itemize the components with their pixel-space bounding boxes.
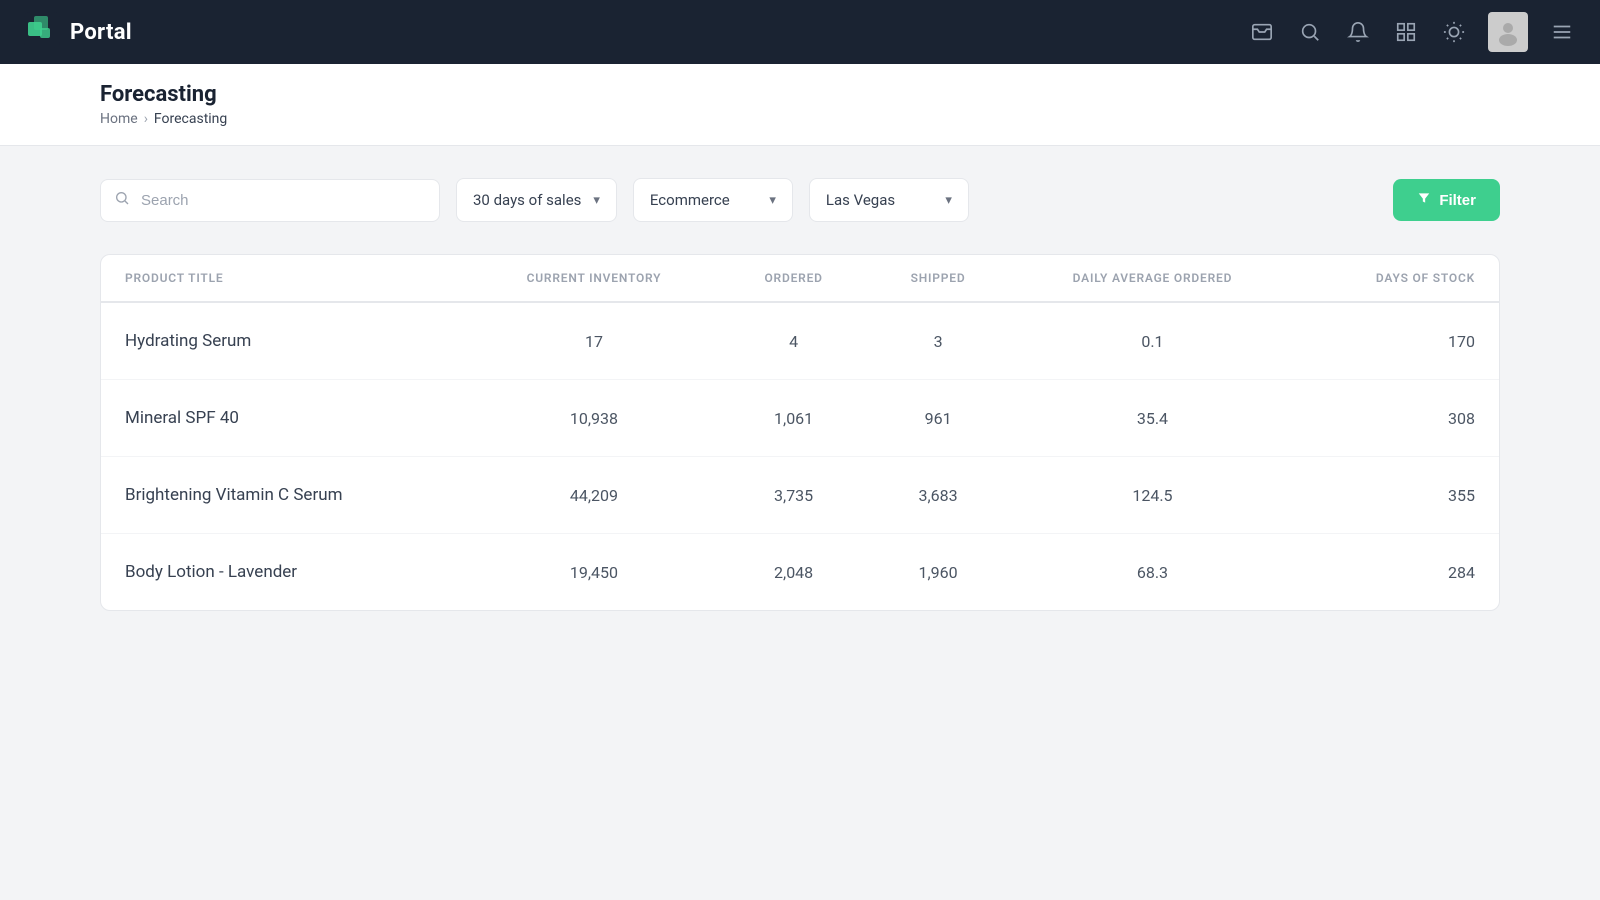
ecommerce-dropdown[interactable]: Ecommerce ▾ — [633, 178, 793, 222]
col-shipped: SHIPPED — [867, 255, 1009, 302]
table-header-row: PRODUCT TITLE CURRENT INVENTORY ORDERED … — [101, 255, 1499, 302]
cell-product-title: Brightening Vitamin C Serum — [101, 457, 468, 534]
inbox-icon[interactable] — [1248, 18, 1276, 46]
filter-button-label: Filter — [1439, 192, 1476, 209]
cell-ordered: 2,048 — [720, 534, 867, 611]
table-row: Body Lotion - Lavender 19,450 2,048 1,96… — [101, 534, 1499, 611]
cell-days-of-stock: 308 — [1296, 380, 1499, 457]
table-row: Brightening Vitamin C Serum 44,209 3,735… — [101, 457, 1499, 534]
grid-icon[interactable] — [1392, 18, 1420, 46]
cell-ordered: 3,735 — [720, 457, 867, 534]
app-name: Portal — [70, 20, 132, 45]
cell-product-title: Body Lotion - Lavender — [101, 534, 468, 611]
top-navigation: Portal — [0, 0, 1600, 64]
logo-icon — [24, 12, 60, 52]
col-product-title: PRODUCT TITLE — [101, 255, 468, 302]
location-dropdown[interactable]: Las Vegas ▾ — [809, 178, 969, 222]
cell-shipped: 961 — [867, 380, 1009, 457]
col-daily-average-ordered: DAILY AVERAGE ORDERED — [1009, 255, 1296, 302]
cell-product-title: Mineral SPF 40 — [101, 380, 468, 457]
logo-area: Portal — [24, 12, 132, 52]
main-content: 30 days of sales ▾ Ecommerce ▾ Las Vegas… — [0, 146, 1600, 643]
breadcrumb-current: Forecasting — [154, 111, 227, 127]
cell-current-inventory: 10,938 — [468, 380, 720, 457]
cell-shipped: 3,683 — [867, 457, 1009, 534]
cell-daily-average-ordered: 35.4 — [1009, 380, 1296, 457]
col-ordered: ORDERED — [720, 255, 867, 302]
col-current-inventory: CURRENT INVENTORY — [468, 255, 720, 302]
menu-icon[interactable] — [1548, 18, 1576, 46]
col-days-of-stock: DAYS OF STOCK — [1296, 255, 1499, 302]
location-label: Las Vegas — [826, 191, 895, 209]
cell-current-inventory: 44,209 — [468, 457, 720, 534]
cell-shipped: 1,960 — [867, 534, 1009, 611]
days-of-sales-dropdown[interactable]: 30 days of sales ▾ — [456, 178, 617, 222]
sun-icon[interactable] — [1440, 18, 1468, 46]
days-of-sales-label: 30 days of sales — [473, 191, 581, 209]
breadcrumb-bar: Forecasting Home › Forecasting — [0, 64, 1600, 146]
page-title: Forecasting — [100, 82, 1500, 107]
data-table-container: PRODUCT TITLE CURRENT INVENTORY ORDERED … — [100, 254, 1500, 611]
chevron-down-icon: ▾ — [769, 193, 776, 208]
table-row: Hydrating Serum 17 4 3 0.1 170 — [101, 302, 1499, 380]
chevron-down-icon: ▾ — [945, 193, 952, 208]
cell-current-inventory: 17 — [468, 302, 720, 380]
breadcrumb: Home › Forecasting — [100, 111, 1500, 127]
cell-days-of-stock: 170 — [1296, 302, 1499, 380]
cell-current-inventory: 19,450 — [468, 534, 720, 611]
search-icon[interactable] — [1296, 18, 1324, 46]
table-row: Mineral SPF 40 10,938 1,061 961 35.4 308 — [101, 380, 1499, 457]
filter-button[interactable]: Filter — [1393, 179, 1500, 221]
cell-daily-average-ordered: 124.5 — [1009, 457, 1296, 534]
ecommerce-label: Ecommerce — [650, 191, 730, 209]
cell-days-of-stock: 355 — [1296, 457, 1499, 534]
cell-product-title: Hydrating Serum — [101, 302, 468, 380]
breadcrumb-separator: › — [144, 111, 148, 127]
search-input[interactable] — [100, 179, 440, 222]
breadcrumb-home[interactable]: Home — [100, 111, 138, 127]
filter-icon — [1417, 191, 1431, 209]
cell-daily-average-ordered: 0.1 — [1009, 302, 1296, 380]
filter-row: 30 days of sales ▾ Ecommerce ▾ Las Vegas… — [100, 178, 1500, 222]
cell-days-of-stock: 284 — [1296, 534, 1499, 611]
cell-shipped: 3 — [867, 302, 1009, 380]
cell-ordered: 4 — [720, 302, 867, 380]
bell-icon[interactable] — [1344, 18, 1372, 46]
cell-daily-average-ordered: 68.3 — [1009, 534, 1296, 611]
chevron-down-icon: ▾ — [593, 193, 600, 208]
avatar[interactable] — [1488, 12, 1528, 52]
cell-ordered: 1,061 — [720, 380, 867, 457]
forecasting-table: PRODUCT TITLE CURRENT INVENTORY ORDERED … — [101, 255, 1499, 610]
nav-icons — [1248, 12, 1576, 52]
search-wrapper — [100, 179, 440, 222]
